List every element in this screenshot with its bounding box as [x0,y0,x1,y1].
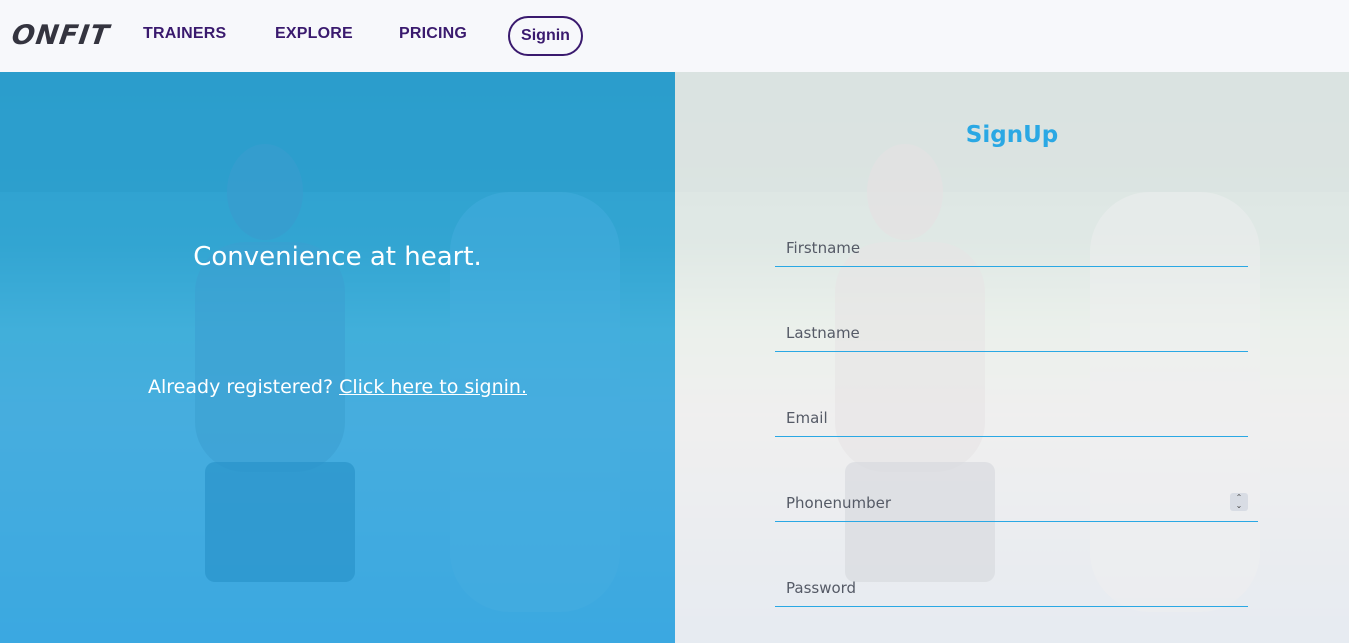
email-field-wrap [775,399,1248,437]
signin-link[interactable]: Click here to signin. [339,376,527,398]
signup-form-panel: SignUp ⌃ ⌄ [675,72,1349,643]
signin-prompt-text: Already registered? [148,376,340,398]
firstname-input[interactable] [775,229,1248,266]
signin-prompt: Already registered? Click here to signin… [0,376,675,398]
tagline-heading: Convenience at heart. [193,242,482,272]
spinner-down-icon[interactable]: ⌄ [1236,502,1243,510]
onfit-logo[interactable]: ONFIT [10,20,112,51]
signup-title: SignUp [965,122,1059,148]
nav-trainers-link[interactable]: TRAINERS [143,25,226,43]
lastname-input[interactable] [775,314,1248,351]
email-input[interactable] [775,399,1248,436]
navbar: ONFIT TRAINERS EXPLORE PRICING Signin [0,0,1349,72]
phone-field-wrap: ⌃ ⌄ [775,484,1258,522]
password-input[interactable] [775,569,1248,606]
lastname-field-wrap [775,314,1248,352]
password-field-wrap [775,569,1248,607]
phonenumber-input[interactable] [775,484,1258,521]
signin-button[interactable]: Signin [508,16,583,56]
nav-explore-link[interactable]: EXPLORE [275,25,353,43]
firstname-field-wrap [775,229,1248,267]
left-info-panel: Convenience at heart. Already registered… [0,72,675,643]
number-spinner-icon[interactable]: ⌃ ⌄ [1230,493,1248,511]
nav-pricing-link[interactable]: PRICING [399,25,467,43]
